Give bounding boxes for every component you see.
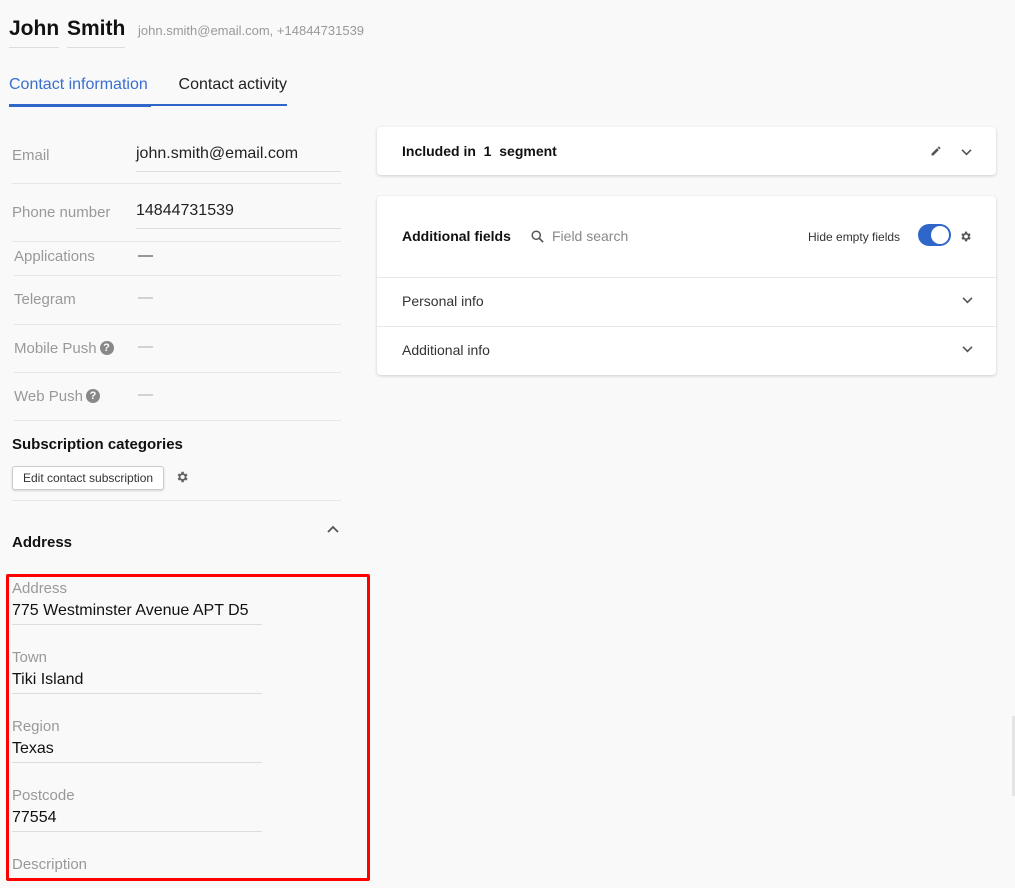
telegram-value: — (138, 289, 153, 306)
tab-contact-activity[interactable]: Contact activity (151, 76, 287, 106)
chevron-down-icon[interactable] (961, 296, 974, 305)
phone-field[interactable]: 14844731539 (136, 202, 341, 229)
mobile-push-label: Mobile Push? (14, 340, 114, 357)
phone-label: Phone number (12, 204, 111, 221)
segments-title: Included in 1 segment (402, 143, 557, 159)
search-icon (531, 230, 544, 243)
tab-contact-information[interactable]: Contact information (9, 76, 151, 107)
question-circle-icon[interactable]: ? (85, 389, 100, 404)
highlight-box (6, 574, 370, 881)
segments-count: 1 (483, 143, 492, 159)
email-row: Email john.smith@email.com (12, 128, 341, 184)
telegram-row: Telegram — (14, 276, 341, 325)
subscription-categories-title: Subscription categories (12, 436, 183, 453)
applications-row: Applications — (14, 242, 341, 276)
first-name[interactable]: John (9, 17, 60, 48)
postcode-label: Postcode (12, 787, 75, 804)
accordion-additional-info[interactable]: Additional info (377, 326, 996, 375)
toggle-knob (931, 226, 949, 244)
applications-value: — (138, 247, 153, 264)
hide-empty-fields-toggle[interactable] (918, 224, 951, 246)
gear-icon[interactable] (959, 230, 972, 243)
additional-fields-card: Additional fields Hide empty fields Pers… (377, 196, 996, 375)
town-label: Town (12, 649, 48, 666)
mobile-push-label-text: Mobile Push (14, 340, 97, 357)
field-search-input[interactable] (552, 228, 692, 244)
mobile-push-row: Mobile Push? — (14, 325, 341, 373)
divider (12, 500, 341, 501)
contact-summary: john.smith@email.com, +14844731539 (138, 23, 365, 38)
email-field[interactable]: john.smith@email.com (136, 145, 341, 172)
segments-card[interactable]: Included in 1 segment (377, 127, 996, 175)
hide-empty-fields-label: Hide empty fields (808, 230, 901, 244)
web-push-row: Web Push? — (14, 373, 341, 421)
pencil-icon[interactable] (930, 145, 942, 157)
web-push-label-text: Web Push (14, 388, 83, 405)
web-push-label: Web Push? (14, 388, 100, 405)
chevron-down-icon[interactable] (961, 345, 974, 354)
gear-icon[interactable] (175, 470, 189, 484)
phone-row: Phone number 14844731539 (12, 184, 341, 242)
field-underline (12, 693, 262, 694)
email-label: Email (12, 147, 50, 164)
postcode-field[interactable]: 77554 (12, 809, 57, 827)
personal-info-label: Personal info (402, 293, 484, 309)
region-field[interactable]: Texas (12, 740, 54, 758)
accordion-personal-info[interactable]: Personal info (377, 277, 996, 326)
segments-prefix: Included in (402, 143, 476, 159)
question-circle-icon[interactable]: ? (99, 341, 114, 356)
field-underline (12, 831, 262, 832)
segments-suffix: segment (499, 143, 557, 159)
edit-contact-subscription-button[interactable]: Edit contact subscription (12, 466, 165, 490)
description-label: Description (12, 856, 88, 873)
address-field[interactable]: 775 Westminster Avenue APT D5 (12, 602, 249, 620)
web-push-value: — (138, 386, 153, 403)
chevron-up-icon[interactable] (326, 524, 340, 534)
additional-fields-title: Additional fields (402, 228, 511, 244)
field-underline (12, 762, 262, 763)
last-name[interactable]: Smith (67, 17, 126, 48)
additional-info-label: Additional info (402, 342, 490, 358)
telegram-label: Telegram (14, 291, 76, 308)
field-underline (12, 624, 262, 625)
address-section-title: Address (12, 534, 73, 551)
region-label: Region (12, 718, 60, 735)
address-label: Address (12, 580, 68, 597)
mobile-push-value: — (138, 338, 153, 355)
chevron-down-icon[interactable] (960, 148, 973, 157)
applications-label: Applications (14, 248, 95, 265)
town-field[interactable]: Tiki Island (12, 671, 83, 689)
